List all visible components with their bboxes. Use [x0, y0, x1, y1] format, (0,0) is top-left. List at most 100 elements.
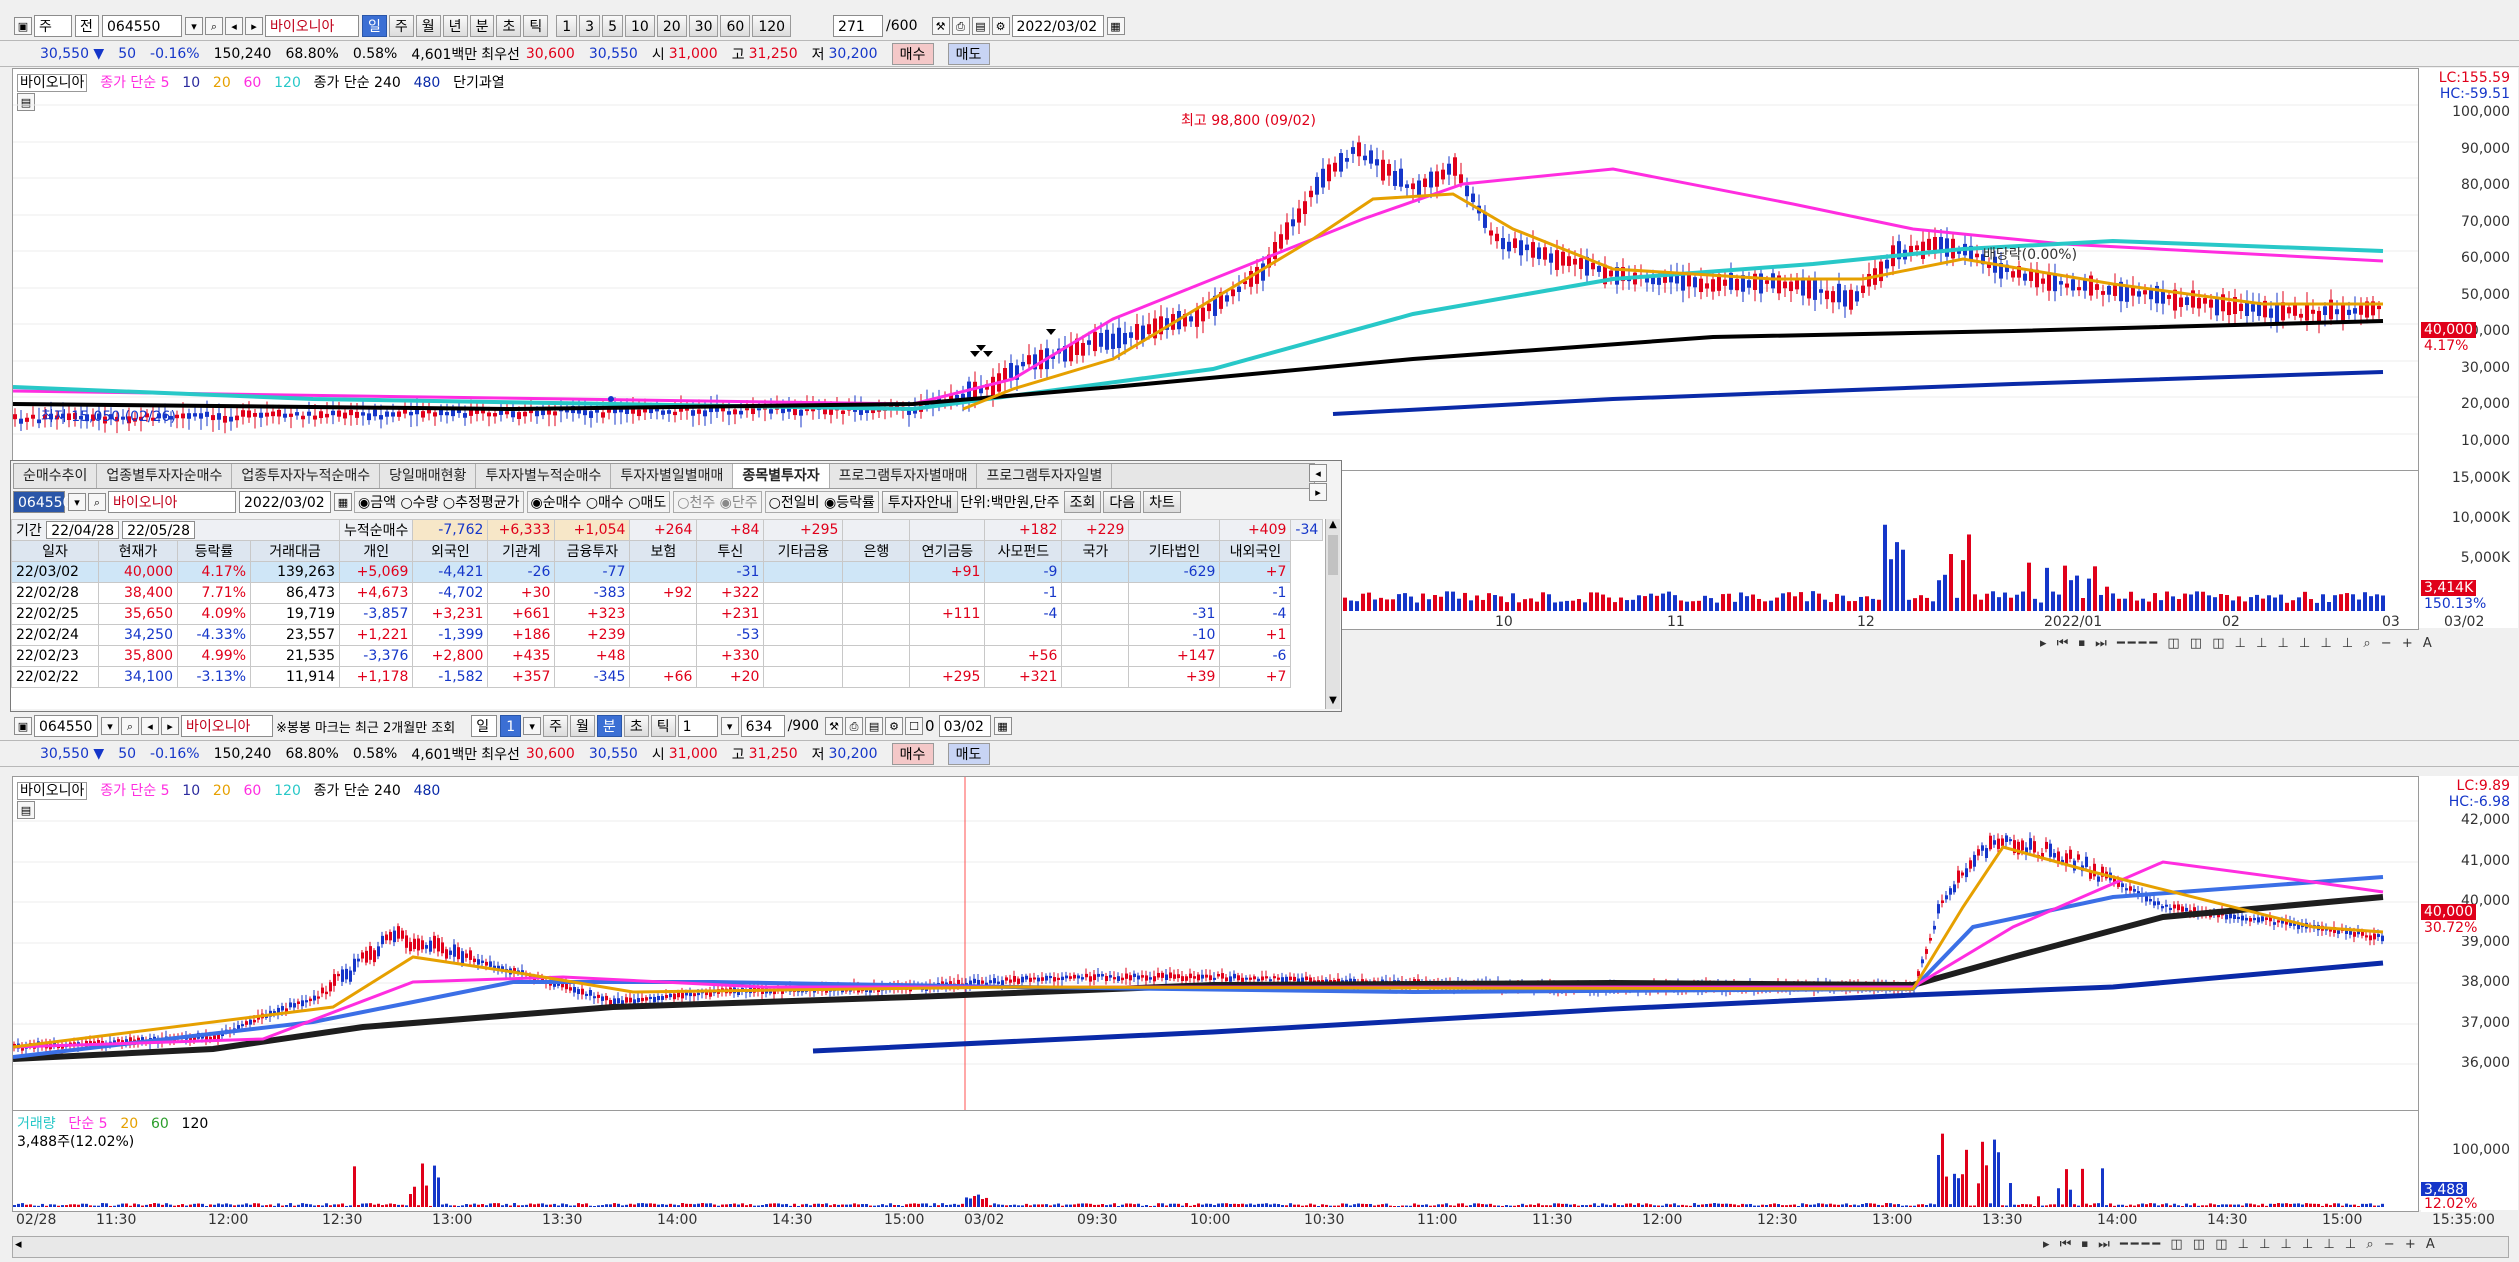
period-button-5[interactable]: 초 — [496, 15, 522, 37]
save-icon[interactable]: ▤ — [971, 17, 990, 35]
mid-next-icon[interactable]: ▸ — [161, 717, 179, 735]
tab-0[interactable]: 순매수추이 — [14, 464, 98, 488]
radio-buy[interactable]: ○매수 — [586, 495, 624, 511]
mid-period-button-1[interactable]: 월 — [570, 715, 595, 737]
radio-thousand-shares[interactable]: ○천주 — [677, 495, 715, 511]
tab-left-icon[interactable]: ◂ — [1309, 464, 1327, 482]
mid-dropdown-icon[interactable]: ▾ — [101, 717, 119, 735]
tab-scroll[interactable]: ◂▸ — [1309, 463, 1341, 501]
table-row[interactable]: 22/02/25 35,650 4.09% 19,719 -3,857 +3,231 +66… — [11, 603, 1323, 625]
lower-scroll-left-icon[interactable]: ◂ — [15, 1237, 22, 1252]
search-icon[interactable]: ⌕ — [205, 17, 223, 35]
interval-button-0[interactable]: 1 — [556, 15, 578, 37]
mid-gear-icon[interactable]: ⚙ — [885, 717, 904, 735]
scroll-down-icon[interactable]: ▼ — [1326, 695, 1340, 709]
period-to[interactable]: 22/05/28 — [122, 521, 195, 539]
radio-prev-diff[interactable]: ○전일비 — [769, 495, 820, 511]
column-header[interactable]: 기타법인 — [1128, 540, 1221, 562]
tab-6[interactable]: 종목별투자자 — [733, 464, 830, 488]
sell-button[interactable]: 매도 — [947, 42, 990, 65]
prev-icon[interactable]: ◂ — [225, 17, 243, 35]
mid-interval-dropdown-icon[interactable]: ▾ — [720, 717, 739, 735]
lower-chart-tools[interactable]: ▸ ⏮ ⏹ ⏭ ━━━━ ◫ ◫ ◫ ⊥ ⊥ ⊥ ⊥ ⊥ ⊥ ⌕ − + A — [2043, 1237, 2438, 1252]
buy-button[interactable]: 매수 — [891, 42, 934, 65]
tab-8[interactable]: 프로그램투자자일별 — [977, 464, 1113, 488]
radio-sell[interactable]: ○매도 — [628, 495, 666, 511]
interval-button-7[interactable]: 120 — [752, 15, 792, 37]
count-input[interactable]: 271 — [833, 15, 884, 37]
investor-date[interactable]: 2022/03/02 — [239, 491, 331, 513]
table-row[interactable]: 22/02/24 34,250 -4.33% 23,557 +1,221 -1,399 +1… — [11, 624, 1323, 646]
investor-code-dropdown-icon[interactable]: ▾ — [68, 493, 86, 511]
interval-button-1[interactable]: 3 — [579, 15, 601, 37]
mid-chart-tool-icon[interactable]: ⚒ — [825, 717, 844, 735]
chart-tool-icon[interactable]: ⚒ — [931, 17, 950, 35]
dropdown-icon[interactable]: ▾ — [185, 17, 203, 35]
tab-2[interactable]: 업종투자자누적순매수 — [232, 464, 381, 488]
mid-print-icon[interactable]: ⎙ — [845, 717, 864, 735]
buy-button-2[interactable]: 매수 — [891, 742, 934, 765]
tab-1[interactable]: 업종별투자자순매수 — [97, 464, 233, 488]
radio-single-shares[interactable]: ◉단주 — [720, 495, 758, 511]
market-select[interactable]: 전 — [75, 15, 99, 37]
column-header[interactable]: 현재가 — [98, 540, 178, 562]
investor-calendar-icon[interactable]: ▦ — [334, 493, 352, 511]
lower-price-chart[interactable]: 바이오니아 종가 단순 5 10 20 60 120 종가 단순 240 480… — [12, 776, 2419, 1112]
period-button-0[interactable]: 일 — [362, 15, 387, 37]
table-row[interactable]: 22/02/23 35,800 4.99% 21,535 -3,376 +2,800 +43… — [11, 645, 1323, 667]
scroll-thumb[interactable] — [1328, 535, 1338, 575]
period-button-3[interactable]: 년 — [442, 15, 468, 37]
mid-period-button-4[interactable]: 틱 — [650, 715, 676, 737]
radio-amount[interactable]: ◉금액 — [358, 495, 396, 511]
mid-period-button-2[interactable]: 분 — [596, 715, 622, 737]
mid-period-dropdown-icon[interactable]: ▾ — [523, 717, 542, 735]
mid-period-button-0[interactable]: 주 — [543, 715, 569, 737]
mid-period-button-3[interactable]: 초 — [623, 715, 649, 737]
mid-prev-icon[interactable]: ◂ — [141, 717, 159, 735]
type-select[interactable]: 주 — [34, 15, 72, 37]
column-header[interactable]: 외국인 — [412, 540, 489, 562]
period-from[interactable]: 22/04/28 — [46, 521, 120, 539]
column-header[interactable]: 국가 — [1061, 540, 1130, 562]
next-button[interactable]: 다음 — [1103, 491, 1142, 513]
column-header[interactable]: 등락률 — [177, 540, 251, 562]
table-row[interactable]: 22/02/28 38,400 7.71% 86,473 +4,673 -4,702 +30… — [11, 582, 1323, 604]
column-header[interactable]: 금융투자 — [554, 540, 631, 562]
investor-code[interactable]: 064550 — [13, 491, 71, 513]
sell-button-2[interactable]: 매도 — [947, 742, 990, 765]
column-header[interactable]: 내외국인 — [1219, 540, 1292, 562]
table-row[interactable]: 22/02/22 34,100 -3.13% 11,914 +1,178 -1,582 +3… — [11, 666, 1323, 688]
column-header[interactable]: 은행 — [842, 540, 911, 562]
mid-code-input[interactable]: 064550 — [34, 715, 98, 737]
scroll-up-icon[interactable]: ▲ — [1326, 519, 1340, 533]
lower-chart-scroll[interactable]: ◂ ▸ ⏮ ⏹ ⏭ ━━━━ ◫ ◫ ◫ ⊥ ⊥ ⊥ ⊥ ⊥ ⊥ ⌕ − + A — [12, 1236, 2509, 1258]
column-header[interactable]: 기관계 — [487, 540, 556, 562]
investor-table-scrollbar[interactable]: ▲ ▼ — [1325, 519, 1340, 709]
interval-button-4[interactable]: 20 — [656, 15, 687, 37]
column-header[interactable]: 보험 — [629, 540, 698, 562]
tab-5[interactable]: 투자자별일별매매 — [611, 464, 734, 488]
calendar-icon[interactable]: ▦ — [1106, 17, 1125, 35]
column-header[interactable]: 기타금융 — [763, 540, 844, 562]
mid-period-value[interactable]: 1 — [500, 715, 522, 737]
radio-change-rate[interactable]: ◉등락률 — [824, 495, 875, 511]
column-header[interactable]: 연기금등 — [909, 540, 986, 562]
upper-price-chart[interactable]: 바이오니아 종가 단순 5 10 20 60 120 종가 단순 240 480… — [12, 68, 2419, 472]
period-button-6[interactable]: 틱 — [523, 15, 549, 37]
radio-quantity[interactable]: ○수량 — [400, 495, 438, 511]
tab-4[interactable]: 투자자별누적순매수 — [476, 464, 612, 488]
mid-date[interactable]: 03/02 — [938, 715, 991, 737]
gear-icon[interactable]: ⚙ — [991, 17, 1010, 35]
mid-check-icon[interactable]: ☐ — [905, 717, 924, 735]
column-header[interactable]: 거래대금 — [250, 540, 340, 562]
column-header[interactable]: 일자 — [11, 540, 99, 562]
mid-save-icon[interactable]: ▤ — [865, 717, 884, 735]
table-row[interactable]: 22/03/02 40,000 4.17% 139,263 +5,069 -4,421 -2… — [11, 561, 1323, 583]
window-menu-icon-2[interactable]: ▣ — [14, 717, 32, 735]
period-button-1[interactable]: 주 — [388, 15, 414, 37]
mid-calendar-icon[interactable]: ▦ — [993, 717, 1012, 735]
lower-volume-chart[interactable]: 거래량 단순 5 20 60 120 3,488주(12.02%) — [12, 1110, 2419, 1212]
window-menu-icon[interactable]: ▣ — [14, 17, 32, 35]
tab-3[interactable]: 당일매매현황 — [380, 464, 477, 488]
radio-avg-price[interactable]: ○추정평균가 — [443, 495, 520, 511]
